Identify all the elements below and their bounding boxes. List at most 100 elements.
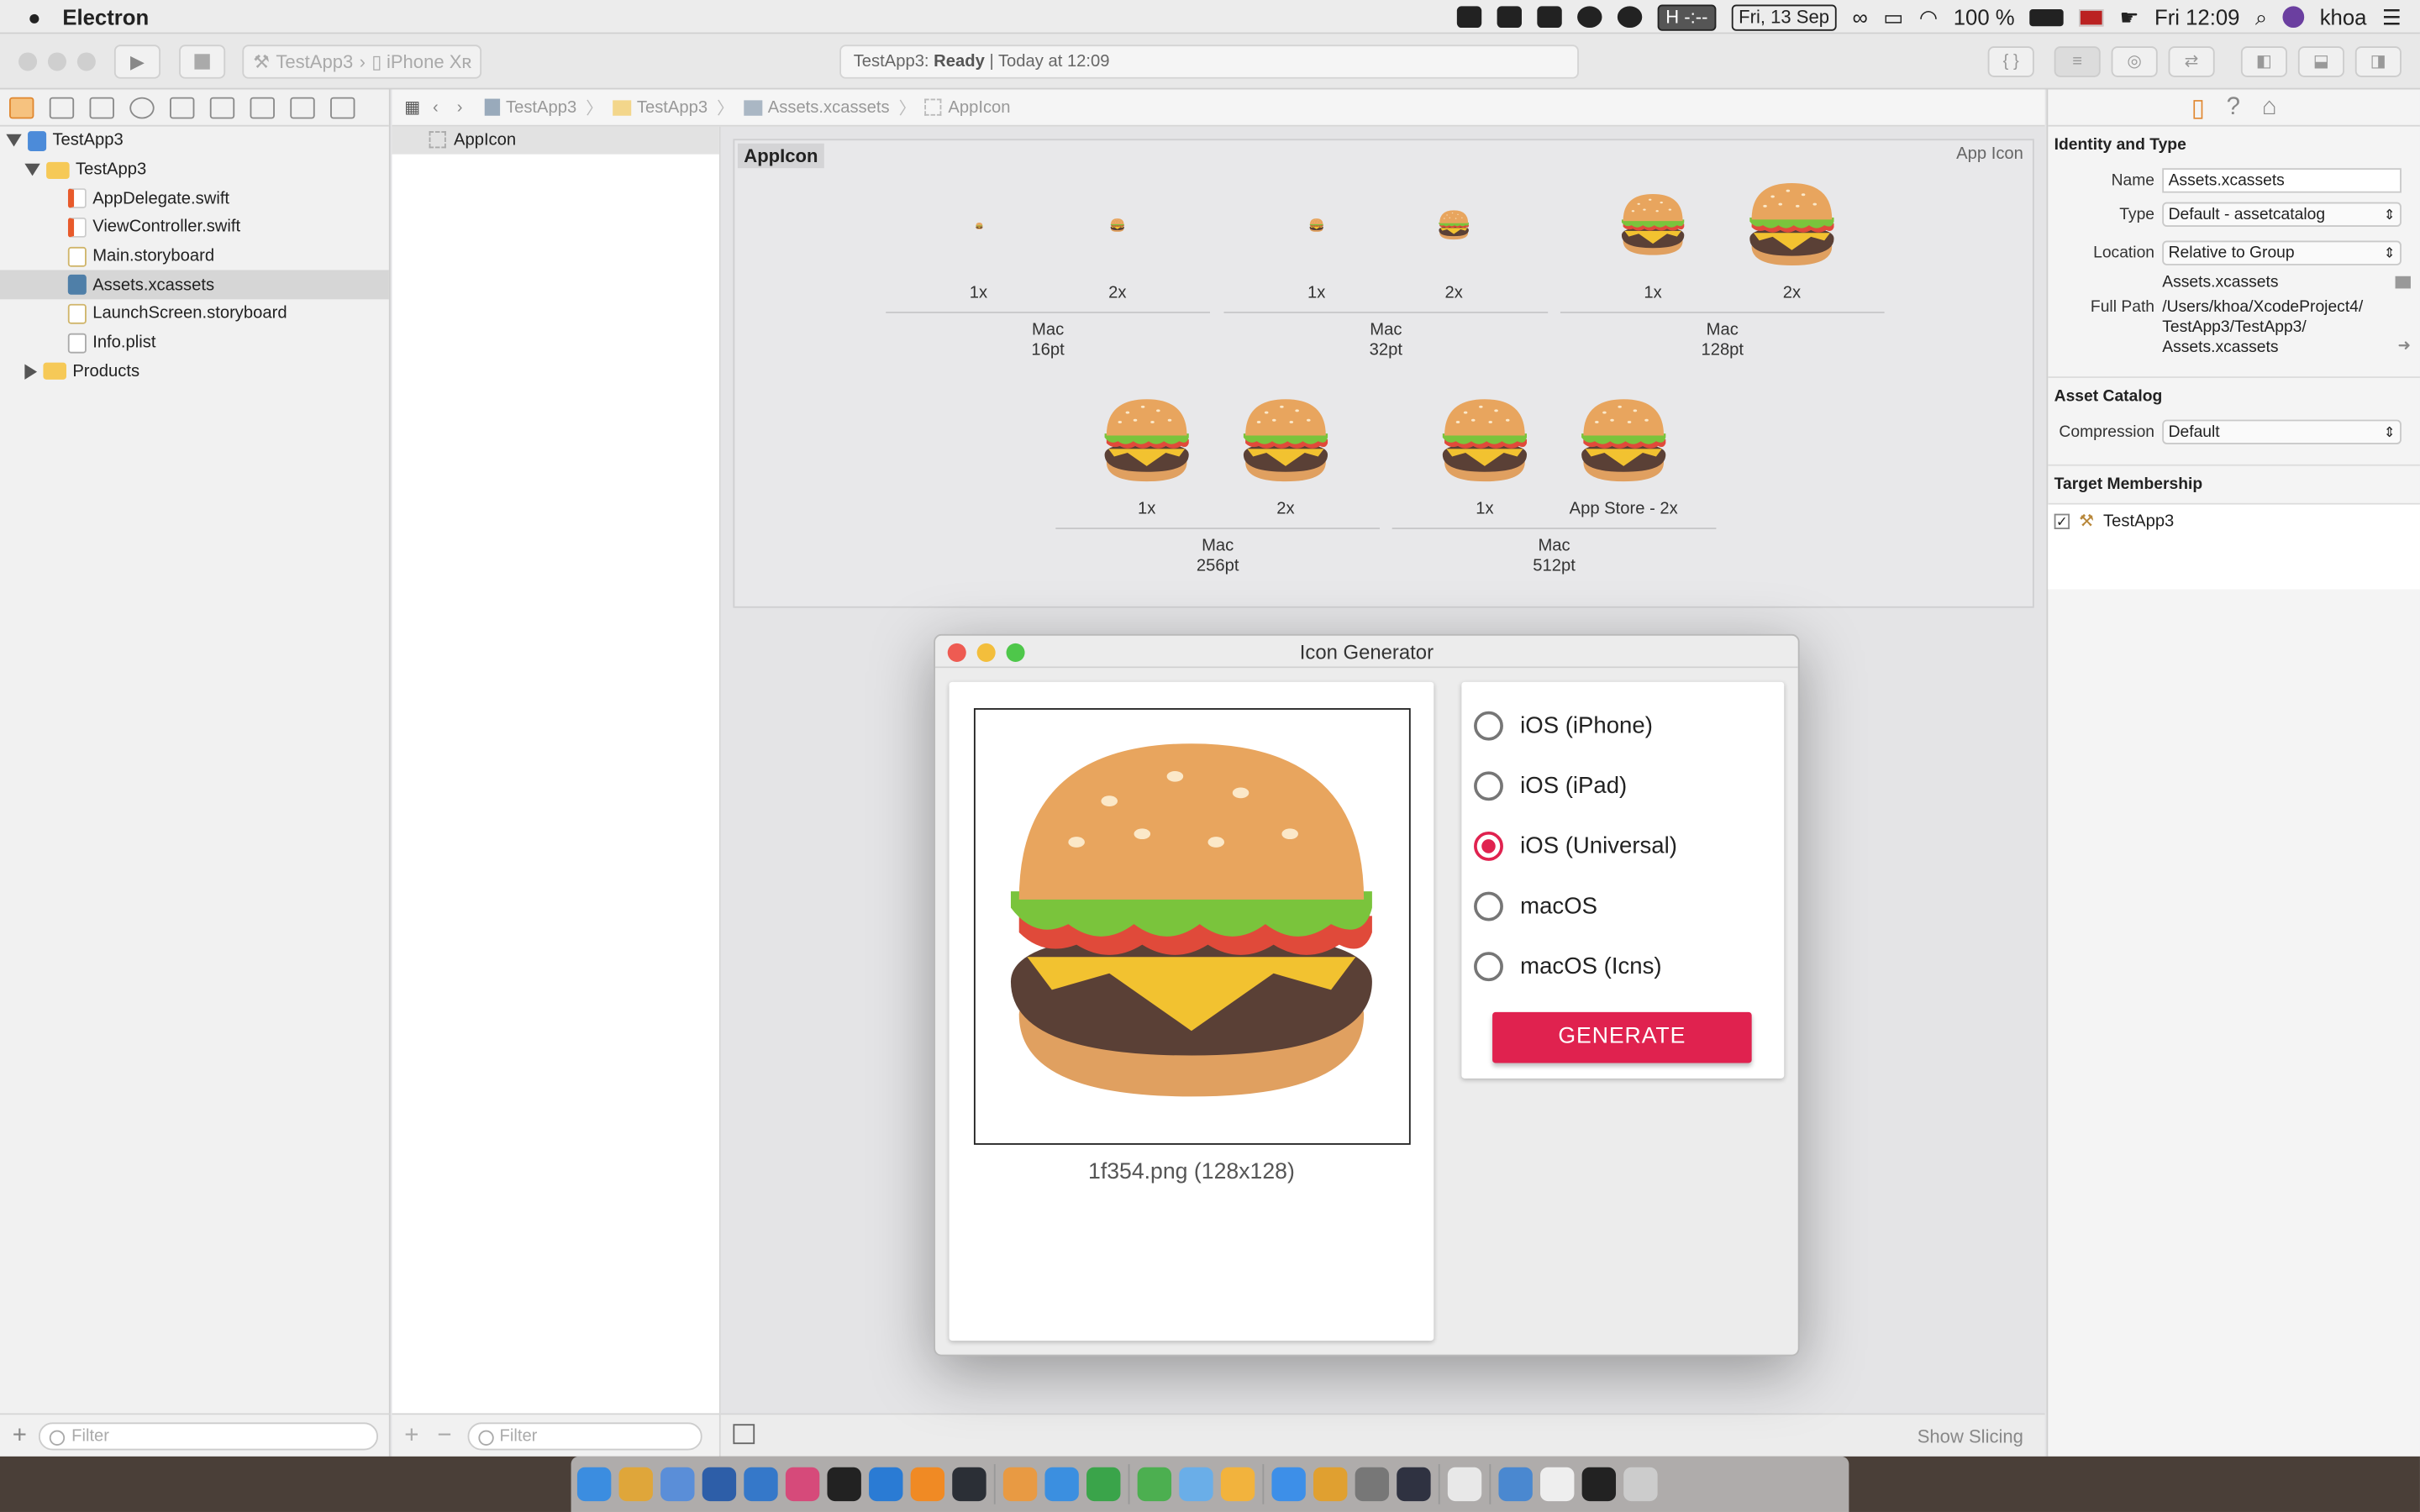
folder-nav-icon[interactable] [9,96,34,118]
add-icon[interactable]: + [13,1422,27,1450]
slack-icon[interactable] [785,1467,820,1502]
history-inspector-icon[interactable]: ⌂ [2262,93,2277,121]
nav-item-testapp3[interactable]: TestApp3 [0,127,389,155]
android-studio-icon[interactable] [1137,1467,1172,1502]
icon-slot[interactable] [1715,177,1870,273]
calendar-icon[interactable] [1447,1467,1482,1502]
assistant-editor-button[interactable]: ◎ [2111,46,2158,77]
screenshot-icon[interactable] [1540,1467,1575,1502]
safari-icon[interactable] [1044,1467,1079,1502]
breadcrumb-group[interactable]: TestApp3 [612,98,708,117]
slicing-icon[interactable] [733,1424,755,1445]
icon-slot[interactable] [1208,393,1363,489]
sublime-icon[interactable] [910,1467,945,1502]
modal-close-button[interactable] [947,643,966,662]
electron-icon[interactable] [1397,1467,1431,1502]
terminal-window-icon[interactable] [1581,1467,1617,1502]
battery-icon[interactable] [2030,8,2065,26]
nav-item-appdelegate-swift[interactable]: AppDelegate.swift [0,184,389,213]
disclosure-open-icon[interactable] [6,134,22,148]
window-minimize-button[interactable] [47,52,66,71]
spotlight-icon[interactable]: ⌕ [2255,4,2267,30]
trash-icon[interactable] [1623,1467,1658,1502]
system-prefs-icon[interactable] [1355,1467,1390,1502]
breadcrumb-project[interactable]: TestApp3 [484,98,576,117]
outline-filter-input[interactable]: Filter [466,1421,702,1450]
radio-option[interactable]: iOS (iPad) [1474,767,1627,804]
version-editor-button[interactable]: ⇄ [2168,46,2215,77]
app-store-icon[interactable] [1271,1467,1306,1502]
nav-item-viewcontroller-swift[interactable]: ViewController.swift [0,213,389,242]
library-button[interactable]: { } [1987,46,2034,77]
terminal-icon[interactable] [827,1467,861,1502]
breakpoint-nav-icon[interactable] [290,96,315,118]
toggle-navigator-button[interactable]: ◧ [2240,46,2287,77]
radio-checked-icon[interactable] [1474,831,1503,860]
related-items-icon[interactable]: ▦ [404,97,420,118]
screenshot-icon[interactable] [1457,6,1482,29]
folder-icon[interactable] [1179,1467,1213,1502]
icon-slot[interactable] [1407,393,1562,489]
notification-center-icon[interactable]: ☰ [2382,4,2402,30]
standard-editor-button[interactable]: ≡ [2054,46,2101,77]
type-select[interactable]: Default - assetcatalog [2162,202,2402,227]
app-icon[interactable] [952,1467,986,1502]
clock-text[interactable]: Fri 12:09 [2154,5,2239,29]
name-field[interactable]: Assets.xcassets [2162,168,2402,193]
apple-menu-icon[interactable]: ● [28,4,41,29]
test-nav-icon[interactable] [209,96,235,118]
user-name[interactable]: khoa [2320,5,2367,29]
file-inspector-icon[interactable]: ▯ [2191,92,2205,123]
siri-icon[interactable] [2282,6,2305,29]
chrome-icon[interactable] [618,1467,653,1502]
icon-slot[interactable] [1376,208,1531,242]
nav-item-main-storyboard[interactable]: Main.storyboard [0,242,389,270]
fish-icon[interactable] [1002,1467,1038,1502]
window-close-button[interactable] [18,52,38,71]
hours-widget[interactable]: H -:-- [1658,3,1716,30]
xcode-helper-icon[interactable] [702,1467,737,1502]
radio-unchecked-icon[interactable] [1474,951,1503,981]
flag-icon[interactable] [2079,8,2105,26]
date-widget[interactable]: Fri, 13 Sep [1731,3,1838,30]
icon-slot[interactable] [1546,393,1701,489]
issue-nav-icon[interactable] [170,96,195,118]
bolt-icon[interactable] [1577,6,1602,29]
radio-option[interactable]: iOS (Universal) [1474,827,1677,864]
wifi-icon[interactable]: ◠ [1919,4,1938,30]
symbol-nav-icon[interactable] [89,96,114,118]
remove-icon[interactable]: − [437,1422,451,1450]
radio-unchecked-icon[interactable] [1474,710,1503,740]
add-icon[interactable]: + [404,1422,418,1450]
icon-slot[interactable] [1070,393,1224,489]
show-slicing-button[interactable]: Show Slicing [1918,1425,2023,1447]
folder-browse-icon[interactable] [2395,276,2411,289]
help-inspector-icon[interactable]: ? [2227,93,2240,121]
finder-icon[interactable] [576,1467,612,1502]
radio-option[interactable]: macOS (Icns) [1474,948,1662,984]
modal-zoom-button[interactable] [1006,643,1025,662]
location-select[interactable]: Relative to Group [2162,240,2402,265]
image-drop-zone[interactable] [973,708,1411,1145]
crown-icon[interactable] [1537,6,1563,29]
sketch-icon[interactable] [1220,1467,1255,1502]
back-icon[interactable]: ‹ [433,98,439,117]
source-control-nav-icon[interactable] [49,96,75,118]
disclosure-open-icon[interactable] [24,163,40,176]
reveal-arrow-icon[interactable]: ➜ [2398,338,2411,354]
glasses-icon[interactable]: ∞ [1853,5,1868,29]
target-checkbox[interactable]: ✓ [2054,513,2070,530]
battery-percent[interactable]: 100 % [1954,5,2015,29]
nav-item-assets-xcassets[interactable]: Assets.xcassets [0,270,389,300]
nav-item-info-plist[interactable]: Info.plist [0,328,389,357]
radio-unchecked-icon[interactable] [1474,770,1503,801]
icon-slot[interactable] [902,222,1056,229]
app-menu-name[interactable]: Electron [62,4,149,29]
toggle-debug-button[interactable]: ⬓ [2297,46,2344,77]
clipboard-icon[interactable] [1497,6,1523,29]
stop-button[interactable] [179,45,226,79]
nav-item-launchscreen-storyboard[interactable]: LaunchScreen.storyboard [0,300,389,328]
airplay-icon[interactable]: ▭ [1883,4,1903,30]
disclosure-closed-icon[interactable] [24,364,38,380]
radio-option[interactable]: iOS (iPhone) [1474,706,1653,743]
